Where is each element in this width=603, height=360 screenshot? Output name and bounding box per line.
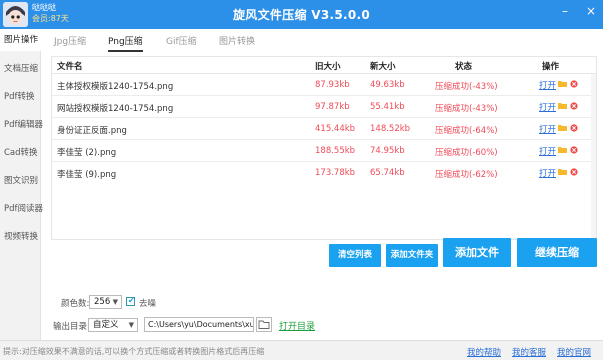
file-name: 网站授权模版1240-1754.png	[57, 104, 174, 114]
folder-icon	[258, 320, 270, 329]
chevron-down-icon: ▼	[112, 298, 118, 306]
close-button[interactable]: ×	[585, 4, 597, 18]
clear-list-button[interactable]: 清空列表	[329, 244, 381, 267]
table-scrollbar[interactable]	[591, 74, 596, 239]
dither-label: 去噪	[139, 299, 157, 309]
folder-icon[interactable]	[558, 168, 567, 175]
table-row[interactable]: 李佳莹 (9).png 173.78kb 65.74kb 压缩成功(-62%) …	[52, 162, 596, 184]
tab-image-convert[interactable]: 图片转换	[219, 34, 255, 52]
website-link[interactable]: 我的官网	[557, 346, 591, 358]
color-count-label: 颜色数:	[61, 299, 90, 309]
table-header: 文件名 旧大小 新大小 状态 操作	[52, 57, 596, 74]
output-path-field[interactable]: C:\Users\yu\Documents\xuanfe	[144, 317, 254, 332]
folder-icon[interactable]	[558, 102, 567, 109]
continue-compress-button[interactable]: 继续压缩	[517, 238, 597, 267]
file-table: 文件名 旧大小 新大小 状态 操作 主体授权模版1240-1754.png 87…	[51, 56, 597, 240]
old-size: 415.44kb	[315, 124, 356, 134]
dither-checkbox[interactable]: ✔	[126, 296, 135, 306]
table-row[interactable]: 李佳莹 (2).png 188.55kb 74.95kb 压缩成功(-60%) …	[52, 140, 596, 162]
sidebar: 图片操作 文档压缩 Pdf转换 Pdf编辑器 Cad转换 图文识别 Pdf阅读器…	[0, 29, 43, 340]
add-file-button[interactable]: 添加文件	[443, 238, 511, 267]
delete-icon[interactable]	[570, 146, 578, 154]
status-bar: 提示:对压缩效果不满意的话,可以换个方式压缩或者转换图片格式后再压缩 我的帮助 …	[0, 340, 603, 360]
file-name: 李佳莹 (2).png	[57, 148, 117, 158]
sidebar-item-pdf-editor[interactable]: Pdf编辑器	[0, 114, 43, 136]
status-text: 压缩成功(-43%)	[435, 82, 498, 92]
chevron-down-icon: ▼	[128, 321, 134, 329]
window-controls: – ×	[559, 4, 597, 18]
new-size: 148.52kb	[370, 124, 411, 134]
browse-folder-button[interactable]	[256, 317, 272, 332]
status-text: 压缩成功(-62%)	[435, 170, 498, 180]
file-name: 李佳莹 (9).png	[57, 170, 117, 180]
old-size: 173.78kb	[315, 168, 356, 178]
help-link[interactable]: 我的帮助	[467, 346, 501, 358]
sidebar-item-pdf-reader[interactable]: Pdf阅读器	[0, 198, 43, 220]
color-count-value: 256	[94, 297, 111, 307]
sidebar-item-pdf-convert[interactable]: Pdf转换	[0, 86, 41, 108]
output-dir-label: 输出目录:	[53, 322, 90, 332]
folder-icon[interactable]	[558, 146, 567, 153]
status-text: 压缩成功(-60%)	[435, 148, 498, 158]
table-row[interactable]: 身份证正反面.png 415.44kb 148.52kb 压缩成功(-64%) …	[52, 118, 596, 140]
output-mode-select[interactable]: 自定义 ▼	[88, 318, 138, 332]
open-file-link[interactable]: 打开	[539, 167, 556, 179]
header-operations: 操作	[542, 62, 560, 72]
delete-icon[interactable]	[570, 80, 578, 88]
tip-text: 提示:对压缩效果不满意的话,可以换个方式压缩或者转换图片格式后再压缩	[3, 347, 265, 356]
new-size: 49.63kb	[370, 80, 405, 90]
app-title: 旋风文件压缩 V3.5.0.0	[232, 8, 371, 22]
sidebar-item-video-convert[interactable]: 视频转换	[0, 226, 41, 248]
status-text: 压缩成功(-64%)	[435, 126, 498, 136]
title-bar: 哒哒哒 会员:87天 旋风文件压缩 V3.5.0.0 – ×	[0, 0, 603, 29]
header-status: 状态	[455, 62, 473, 72]
header-old-size: 旧大小	[315, 62, 341, 72]
delete-icon[interactable]	[570, 102, 578, 110]
support-link[interactable]: 我的客服	[512, 346, 546, 358]
check-icon: ✔	[128, 296, 135, 305]
tab-bar: Jpg压缩 Png压缩 Gif压缩 图片转换	[41, 34, 603, 52]
table-row[interactable]: 网站授权模版1240-1754.png 97.87kb 55.41kb 压缩成功…	[52, 96, 596, 118]
file-name: 身份证正反面.png	[57, 126, 127, 136]
sidebar-item-image-ops[interactable]: 图片操作	[0, 29, 41, 51]
new-size: 65.74kb	[370, 168, 405, 178]
header-new-size: 新大小	[370, 62, 396, 72]
old-size: 188.55kb	[315, 146, 356, 156]
open-file-link[interactable]: 打开	[539, 123, 556, 135]
status-text: 压缩成功(-43%)	[435, 104, 498, 114]
minimize-button[interactable]: –	[559, 4, 571, 18]
new-size: 74.95kb	[370, 146, 405, 156]
open-file-link[interactable]: 打开	[539, 101, 556, 113]
color-count-select[interactable]: 256 ▼	[89, 295, 122, 309]
output-mode-value: 自定义	[93, 320, 119, 330]
open-directory-link[interactable]: 打开目录	[279, 319, 315, 332]
add-folder-button[interactable]: 添加文件夹	[386, 244, 438, 267]
open-file-link[interactable]: 打开	[539, 145, 556, 157]
delete-icon[interactable]	[570, 168, 578, 176]
folder-icon[interactable]	[558, 80, 567, 87]
sidebar-item-doc-compress[interactable]: 文档压缩	[0, 58, 41, 80]
sidebar-item-ocr[interactable]: 图文识别	[0, 170, 41, 192]
open-file-link[interactable]: 打开	[539, 79, 556, 91]
new-size: 55.41kb	[370, 102, 405, 112]
tab-jpg-compress[interactable]: Jpg压缩	[54, 34, 86, 52]
header-filename: 文件名	[57, 62, 83, 72]
sidebar-item-cad-convert[interactable]: Cad转换	[0, 142, 41, 164]
tab-gif-compress[interactable]: Gif压缩	[166, 34, 197, 52]
delete-icon[interactable]	[570, 124, 578, 132]
table-row[interactable]: 主体授权模版1240-1754.png 87.93kb 49.63kb 压缩成功…	[52, 74, 596, 96]
old-size: 87.93kb	[315, 80, 350, 90]
folder-icon[interactable]	[558, 124, 567, 131]
tab-png-compress[interactable]: Png压缩	[108, 34, 143, 52]
old-size: 97.87kb	[315, 102, 350, 112]
file-name: 主体授权模版1240-1754.png	[57, 82, 174, 92]
